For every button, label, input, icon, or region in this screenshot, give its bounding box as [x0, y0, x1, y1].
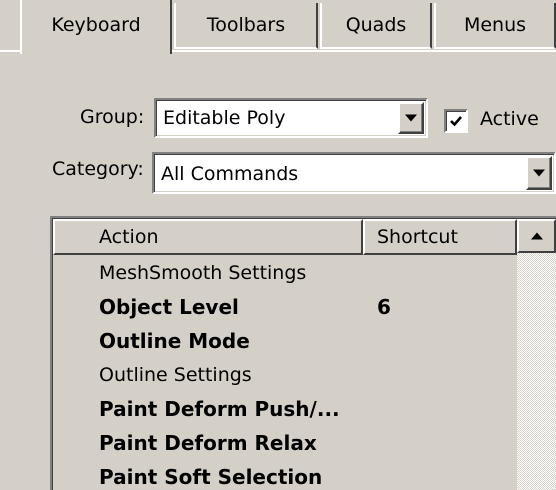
group-label: Group: — [80, 106, 145, 128]
group-dropdown[interactable]: Editable Poly — [154, 98, 428, 138]
action-name: Paint Soft Selection — [99, 465, 323, 489]
list-item[interactable]: MeshSmooth Settings — [53, 257, 517, 289]
list-item[interactable]: Outline Mode — [53, 325, 517, 357]
action-name: Object Level — [99, 295, 239, 319]
category-dropdown[interactable]: All Commands — [152, 152, 556, 194]
category-value: All Commands — [161, 163, 299, 185]
tab-menus[interactable]: Menus — [434, 3, 556, 49]
group-value: Editable Poly — [163, 107, 286, 129]
action-name: Outline Settings — [99, 364, 252, 386]
list-body: Action Shortcut MeshSmooth Settings Obje… — [53, 219, 517, 490]
tab-toolbars[interactable]: Toolbars — [174, 3, 318, 49]
column-header-shortcut[interactable]: Shortcut — [363, 219, 517, 255]
tab-keyboard[interactable]: Keyboard — [20, 0, 172, 54]
action-name: Paint Deform Relax — [99, 431, 317, 455]
tab-quads[interactable]: Quads — [320, 3, 432, 49]
shortcut-value: 6 — [377, 295, 391, 319]
column-header-action[interactable]: Action — [53, 219, 363, 255]
tab-menus-label: Menus — [463, 14, 527, 36]
list-item[interactable]: Outline Settings — [53, 359, 517, 391]
active-label: Active — [480, 108, 539, 130]
active-checkbox[interactable] — [444, 109, 468, 133]
list-item[interactable]: Object Level 6 — [53, 291, 517, 323]
vertical-scrollbar[interactable] — [517, 219, 556, 490]
action-name: MeshSmooth Settings — [99, 262, 307, 284]
action-name: Outline Mode — [99, 329, 250, 353]
list-item[interactable]: Paint Deform Relax — [53, 427, 517, 459]
tab-toolbars-label: Toolbars — [206, 14, 286, 36]
group-dropdown-button[interactable] — [398, 102, 424, 134]
tab-keyboard-label: Keyboard — [51, 14, 141, 36]
shortcut-list[interactable]: Action Shortcut MeshSmooth Settings Obje… — [50, 216, 556, 490]
category-dropdown-button[interactable] — [526, 156, 552, 190]
tab-quads-label: Quads — [345, 14, 407, 36]
category-label: Category: — [52, 158, 144, 180]
customize-ui-dialog: Keyboard Toolbars Quads Menus Group: Edi… — [0, 0, 556, 490]
action-name: Paint Deform Push/... — [99, 397, 340, 421]
list-item[interactable]: Paint Soft Selection — [53, 461, 517, 490]
list-item[interactable]: Paint Deform Push/... — [53, 393, 517, 425]
list-header: Action Shortcut — [53, 219, 517, 255]
scroll-up-button[interactable] — [517, 219, 556, 253]
tab-strip: Keyboard Toolbars Quads Menus — [0, 0, 556, 56]
